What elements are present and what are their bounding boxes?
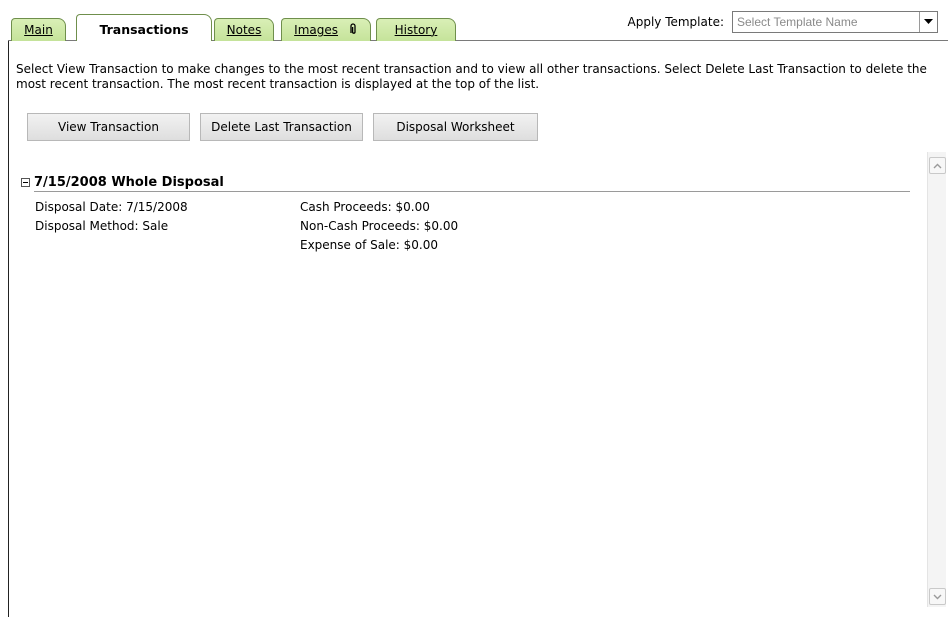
delete-last-transaction-button[interactable]: Delete Last Transaction (200, 113, 363, 141)
expense-of-sale: Expense of Sale: $0.00 (300, 238, 439, 252)
scroll-up-icon[interactable] (929, 157, 946, 174)
tab-main-label: Main (24, 23, 53, 37)
vertical-scrollbar[interactable] (927, 152, 946, 607)
tab-notes-label: Notes (226, 23, 262, 37)
tab-history-label: History (394, 23, 438, 37)
scroll-down-icon[interactable] (929, 588, 946, 605)
collapse-icon[interactable] (21, 178, 30, 187)
template-select-placeholder: Select Template Name (737, 15, 858, 29)
chevron-down-icon[interactable] (919, 12, 937, 32)
disposal-worksheet-button[interactable]: Disposal Worksheet (373, 113, 538, 141)
panel-left-border (8, 40, 9, 617)
transaction-group-header[interactable]: 7/15/2008 Whole Disposal (21, 174, 910, 192)
apply-template-label: Apply Template: (627, 15, 725, 29)
non-cash-proceeds: Non-Cash Proceeds: $0.00 (300, 219, 459, 233)
view-transaction-button[interactable]: View Transaction (27, 113, 190, 141)
tab-notes[interactable]: Notes (214, 18, 274, 41)
tab-images[interactable]: Images (281, 18, 371, 41)
tab-history[interactable]: History (376, 18, 456, 41)
instructions-text: Select View Transaction to make changes … (16, 62, 927, 91)
tab-main[interactable]: Main (11, 18, 66, 41)
disposal-method: Disposal Method: Sale (35, 219, 169, 233)
cash-proceeds: Cash Proceeds: $0.00 (300, 200, 430, 214)
tab-transactions[interactable]: Transactions (76, 14, 212, 41)
tab-images-label: Images (294, 23, 338, 37)
paperclip-icon (348, 23, 358, 35)
transaction-list: 7/15/2008 Whole Disposal Disposal Date: … (16, 152, 928, 612)
action-buttons: View Transaction Delete Last Transaction… (27, 113, 538, 141)
tab-transactions-label: Transactions (99, 22, 189, 37)
disposal-date: Disposal Date: 7/15/2008 (35, 200, 188, 214)
template-select[interactable]: Select Template Name (732, 11, 938, 33)
apply-template: Apply Template: Select Template Name (627, 11, 938, 33)
transaction-title: 7/15/2008 Whole Disposal (34, 175, 224, 190)
tab-strip: Main Transactions Notes Images History (8, 14, 468, 41)
transactions-panel: Main Transactions Notes Images History A… (0, 0, 948, 617)
